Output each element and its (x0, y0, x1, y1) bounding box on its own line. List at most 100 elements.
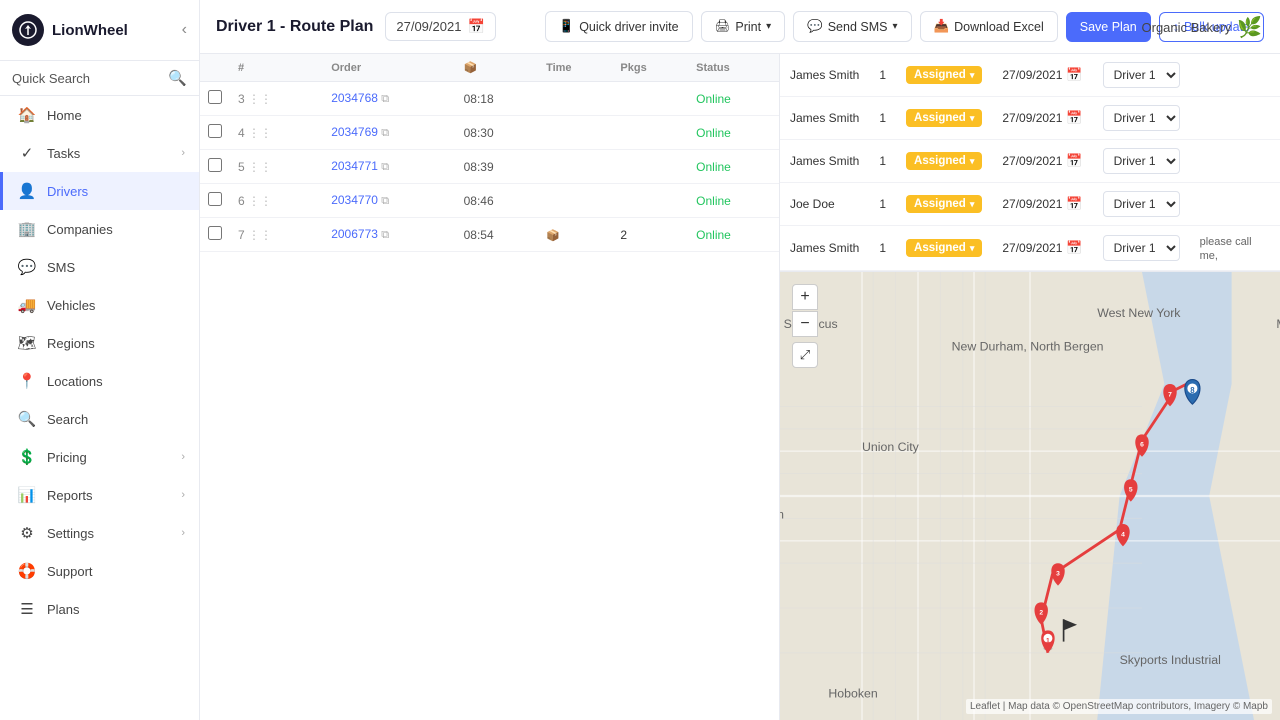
row-checkbox[interactable] (208, 124, 222, 138)
calendar-icon: 📅 (1066, 196, 1082, 212)
sidebar-item-pricing[interactable]: 💲 Pricing › (0, 438, 199, 476)
sidebar-item-tasks[interactable]: ✓ Tasks › (0, 134, 199, 172)
row-checkbox[interactable] (208, 90, 222, 104)
svg-text:5: 5 (1129, 487, 1133, 494)
zoom-in-button[interactable]: + (792, 284, 818, 310)
send-sms-button[interactable]: 💬 Send SMS ▾ (793, 11, 911, 42)
row-checkbox[interactable] (208, 226, 222, 240)
date-value: 27/09/2021 (1002, 241, 1062, 255)
driver-select[interactable]: Driver 1 (1103, 105, 1180, 131)
sidebar-item-label: Settings (47, 526, 171, 541)
time-cell: 08:39 (464, 160, 494, 174)
pricing-icon: 💲 (17, 448, 37, 466)
status-badge[interactable]: Assigned ▾ (906, 152, 982, 170)
date-value: 27/09/2021 (1002, 111, 1062, 125)
status-badge: Online (696, 194, 731, 208)
sidebar-item-home[interactable]: 🏠 Home (0, 96, 199, 134)
sidebar-item-sms[interactable]: 💬 SMS (0, 248, 199, 286)
date-cell: 27/09/2021 📅 (1002, 67, 1082, 83)
search-icon[interactable]: 🔍 (168, 69, 187, 87)
collapse-icon[interactable]: ‹ (182, 21, 187, 39)
table-row: 6 ⋮⋮ 2034770 ⧉ 08:46 Online (200, 184, 779, 218)
recipient-name: Joe Doe (780, 183, 869, 226)
calendar-icon: 📅 (1066, 67, 1082, 83)
download-excel-button[interactable]: 📥 Download Excel (920, 11, 1058, 42)
sidebar-item-drivers[interactable]: 👤 Drivers (0, 172, 199, 210)
driver-select[interactable]: Driver 1 (1103, 62, 1180, 88)
driver-select[interactable]: Driver 1 (1103, 191, 1180, 217)
bulk-update-button[interactable]: ↕ Bulk update (1159, 12, 1264, 42)
copy-icon: ⧉ (381, 93, 389, 105)
pkg-count: 1 (869, 183, 896, 226)
sidebar-item-label: Plans (47, 602, 185, 617)
date-value: 27/09/2021 (1002, 154, 1062, 168)
copy-icon: ⧉ (381, 127, 389, 139)
sidebar-item-search[interactable]: 🔍 Search (0, 400, 199, 438)
time-cell: 08:18 (464, 92, 494, 106)
sidebar-item-locations[interactable]: 📍 Locations (0, 362, 199, 400)
status-badge[interactable]: Assigned ▾ (906, 195, 982, 213)
status-badge[interactable]: Assigned ▾ (906, 239, 982, 257)
status-badge: Online (696, 160, 731, 174)
sidebar-item-plans[interactable]: ☰ Plans (0, 590, 199, 628)
col-pkg: 📦 (456, 54, 538, 82)
quick-search-label: Quick Search (12, 71, 162, 86)
fullscreen-button[interactable]: ⤢ (792, 342, 818, 368)
chevron-down-icon: ▾ (766, 21, 771, 32)
print-button[interactable]: 🖨 Print ▾ (701, 11, 786, 42)
save-plan-button[interactable]: Save Plan (1066, 12, 1151, 42)
sidebar-item-reports[interactable]: 📊 Reports › (0, 476, 199, 514)
row-num: 6 (238, 194, 245, 208)
sms-icon: 💬 (17, 258, 37, 276)
sidebar-item-vehicles[interactable]: 🚚 Vehicles (0, 286, 199, 324)
order-link[interactable]: 2034769 (331, 125, 378, 139)
row-num: 5 (238, 160, 245, 174)
svg-text:Weehawken: Weehawken (780, 507, 784, 521)
locations-icon: 📍 (17, 372, 37, 390)
calendar-icon: 📅 (1066, 240, 1082, 256)
driver-select[interactable]: Driver 1 (1103, 235, 1180, 261)
sidebar-item-support[interactable]: 🛟 Support (0, 552, 199, 590)
date-picker[interactable]: 27/09/2021 📅 (385, 12, 496, 41)
svg-text:Union City: Union City (862, 440, 920, 454)
support-icon: 🛟 (17, 562, 37, 580)
sidebar-item-label: Regions (47, 336, 185, 351)
order-link[interactable]: 2034768 (331, 91, 378, 105)
sidebar-item-label: Reports (47, 488, 171, 503)
sidebar-item-label: Companies (47, 222, 185, 237)
svg-text:6: 6 (1140, 442, 1144, 449)
settings-icon: ⚙ (17, 524, 37, 542)
vehicles-icon: 🚚 (17, 296, 37, 314)
assigned-row: James Smith 1 Assigned ▾ 27/09/2021 📅 Dr… (780, 140, 1280, 183)
sidebar-item-regions[interactable]: 🗺 Regions (0, 324, 199, 362)
zoom-out-button[interactable]: − (792, 311, 818, 337)
time-cell: 08:46 (464, 194, 494, 208)
sidebar-item-companies[interactable]: 🏢 Companies (0, 210, 199, 248)
quick-driver-invite-button[interactable]: 📱 Quick driver invite (545, 11, 693, 42)
main-content: Driver 1 - Route Plan 27/09/2021 📅 📱 Qui… (200, 0, 1280, 720)
route-table-section: # Order 📦 Time Pkgs Status 3 ⋮⋮ 2034768 … (200, 54, 780, 720)
pkg-count: 1 (869, 140, 896, 183)
sidebar-item-settings[interactable]: ⚙ Settings › (0, 514, 199, 552)
date-value: 27/09/2021 (1002, 197, 1062, 211)
driver-select[interactable]: Driver 1 (1103, 148, 1180, 174)
row-num: 4 (238, 126, 245, 140)
header-actions: 📱 Quick driver invite 🖨 Print ▾ 💬 Send S… (545, 11, 1264, 42)
col-num: # (230, 54, 323, 82)
row-checkbox[interactable] (208, 192, 222, 206)
row-checkbox[interactable] (208, 158, 222, 172)
map-background: Secaucus Harmon Cove New Durham, North B… (780, 272, 1280, 720)
sidebar-item-label: Vehicles (47, 298, 185, 313)
drag-icon: ⋮⋮ (248, 160, 272, 174)
status-badge[interactable]: Assigned ▾ (906, 66, 982, 84)
order-link[interactable]: 2034771 (331, 159, 378, 173)
pkg-count: 1 (869, 97, 896, 140)
row-num: 7 (238, 228, 245, 242)
chevron-right-icon: › (181, 451, 185, 463)
chevron-down-icon: ▾ (892, 21, 897, 32)
status-badge[interactable]: Assigned ▾ (906, 109, 982, 127)
order-link[interactable]: 2006773 (331, 227, 378, 241)
assigned-table: James Smith 1 Assigned ▾ 27/09/2021 📅 Dr… (780, 54, 1280, 271)
order-link[interactable]: 2034770 (331, 193, 378, 207)
drag-icon: ⋮⋮ (248, 228, 272, 242)
